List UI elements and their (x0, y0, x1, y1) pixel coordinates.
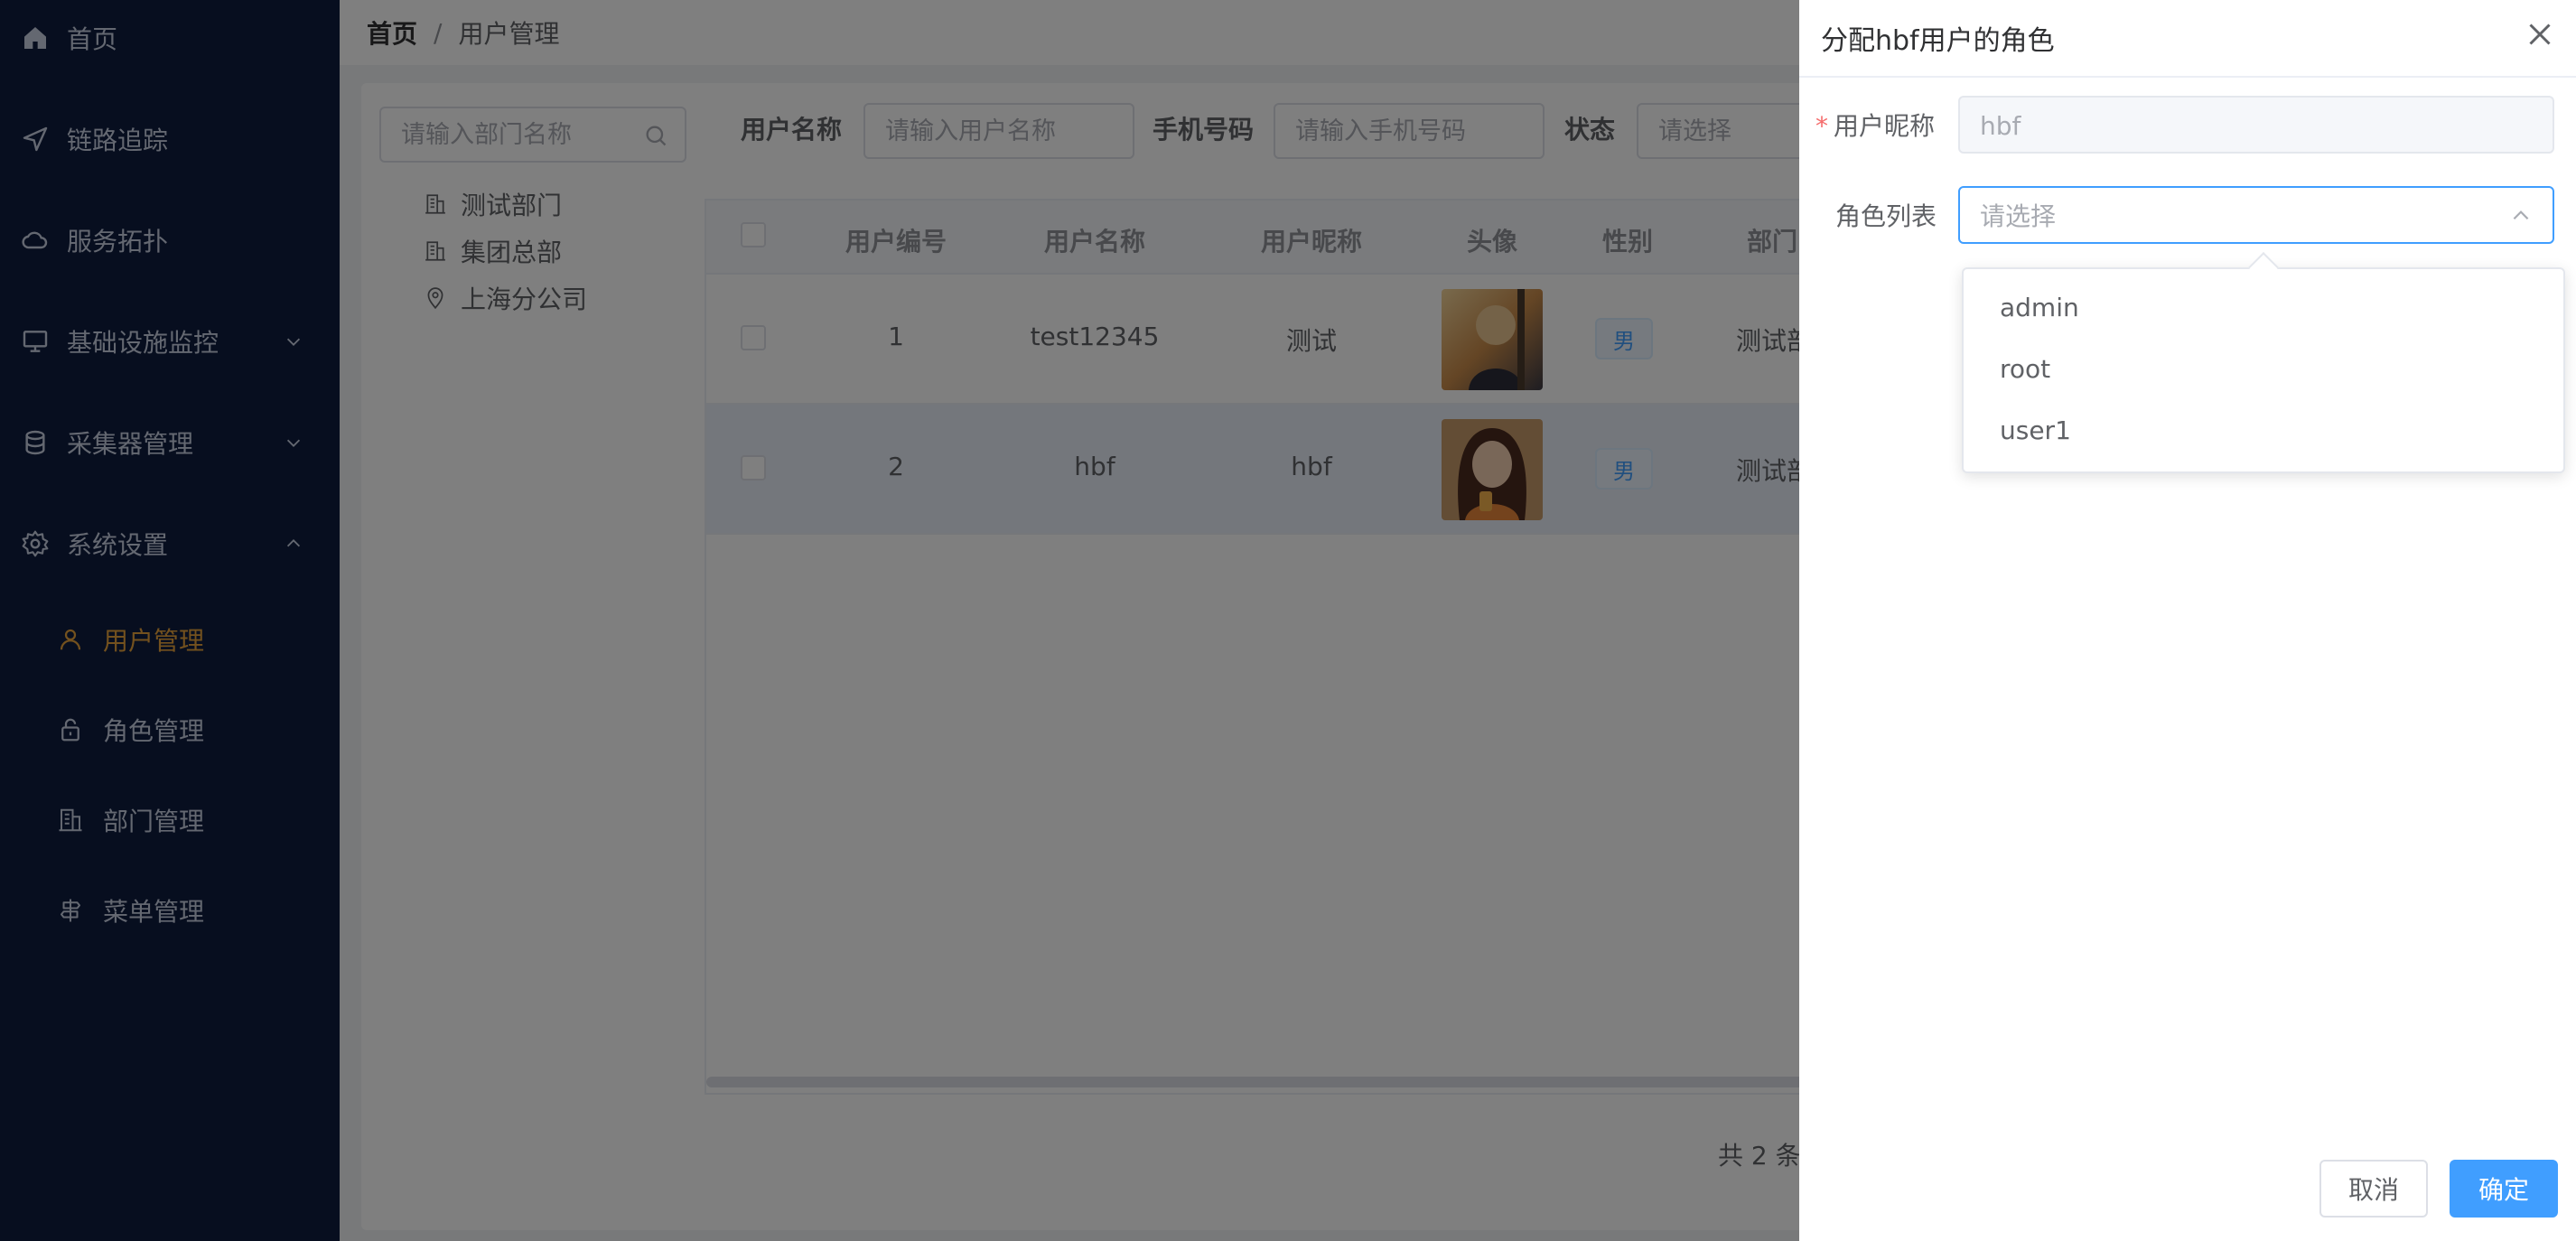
nickname-input (1980, 108, 2486, 143)
role-option[interactable]: root (1964, 338, 2563, 399)
close-icon[interactable] (2524, 18, 2556, 51)
cancel-button[interactable]: 取消 (2319, 1160, 2428, 1218)
chevron-up-icon (2513, 210, 2529, 220)
assign-role-drawer: 分配hbf用户的角色 *用户昵称 角色列表 admin root user1 取… (1799, 0, 2576, 1241)
roles-select[interactable] (1958, 186, 2554, 244)
drawer-header: 分配hbf用户的角色 (1799, 0, 2576, 78)
roles-dropdown: admin root user1 (1962, 252, 2565, 473)
nickname-label: * 用户昵称 (1815, 111, 1936, 141)
roles-label: 角色列表 (1835, 201, 1937, 231)
confirm-button[interactable]: 确定 (2450, 1160, 2558, 1218)
roles-select-input[interactable] (1980, 199, 2486, 233)
drawer-title: 分配hbf用户的角色 (1821, 25, 2055, 57)
role-option[interactable]: admin (1964, 276, 2563, 338)
role-option[interactable]: user1 (1964, 399, 2563, 461)
nickname-field (1958, 96, 2554, 154)
